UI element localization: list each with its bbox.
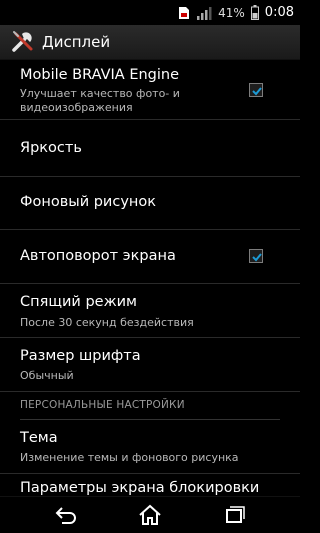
clock: 0:08 xyxy=(264,5,294,20)
setting-title: Спящий режим xyxy=(20,294,137,310)
setting-subtitle: Обычный xyxy=(20,369,74,382)
signal-icon xyxy=(197,6,212,20)
home-icon[interactable] xyxy=(136,503,164,527)
settings-list[interactable]: Mobile BRAVIA Engine Улучшает качество ф… xyxy=(0,60,300,496)
recent-apps-icon[interactable] xyxy=(220,503,248,527)
setting-font-size[interactable]: Размер шрифта Обычный xyxy=(0,338,300,392)
setting-title: Параметры экрана блокировки xyxy=(20,480,260,496)
section-divider xyxy=(20,419,280,420)
setting-subtitle: После 30 секунд бездействия xyxy=(20,316,194,329)
setting-bravia-engine[interactable]: Mobile BRAVIA Engine Улучшает качество ф… xyxy=(0,60,300,120)
setting-title: Mobile BRAVIA Engine xyxy=(20,67,180,83)
setting-title: Тема xyxy=(20,430,58,446)
setting-lock-screen[interactable]: Параметры экрана блокировки xyxy=(0,474,300,496)
sim-icon xyxy=(179,6,190,19)
setting-auto-rotate[interactable]: Автоповорот экрана xyxy=(0,230,300,284)
setting-theme[interactable]: Тема Изменение темы и фонового рисунка xyxy=(0,422,300,474)
bravia-checkbox[interactable] xyxy=(249,83,263,97)
setting-sleep[interactable]: Спящий режим После 30 секунд бездействия xyxy=(0,284,300,338)
status-icons: 41% 0:08 xyxy=(178,3,294,22)
tools-icon[interactable] xyxy=(10,29,36,55)
action-bar: Дисплей xyxy=(0,25,300,60)
checkmark-icon xyxy=(252,253,262,262)
navigation-bar xyxy=(0,496,300,533)
back-icon[interactable] xyxy=(52,503,80,527)
setting-title: Размер шрифта xyxy=(20,348,141,364)
auto-rotate-checkbox[interactable] xyxy=(249,249,263,263)
setting-title: Автоповорот экрана xyxy=(20,248,176,264)
setting-title: Яркость xyxy=(20,140,82,156)
setting-wallpaper[interactable]: Фоновый рисунок xyxy=(0,177,300,230)
setting-subtitle: Изменение темы и фонового рисунка xyxy=(20,451,239,464)
section-header-personal: ПЕРСОНАЛЬНЫЕ НАСТРОЙКИ xyxy=(20,399,185,411)
page-title: Дисплей xyxy=(42,33,111,51)
status-bar: 41% 0:08 xyxy=(0,0,300,25)
setting-title: Фоновый рисунок xyxy=(20,194,157,210)
setting-subtitle: Улучшает качество фото- и видеоизображен… xyxy=(20,87,180,114)
battery-icon xyxy=(250,5,259,20)
checkmark-icon xyxy=(252,87,262,96)
setting-brightness[interactable]: Яркость xyxy=(0,122,300,177)
battery-percent: 41% xyxy=(218,5,245,20)
